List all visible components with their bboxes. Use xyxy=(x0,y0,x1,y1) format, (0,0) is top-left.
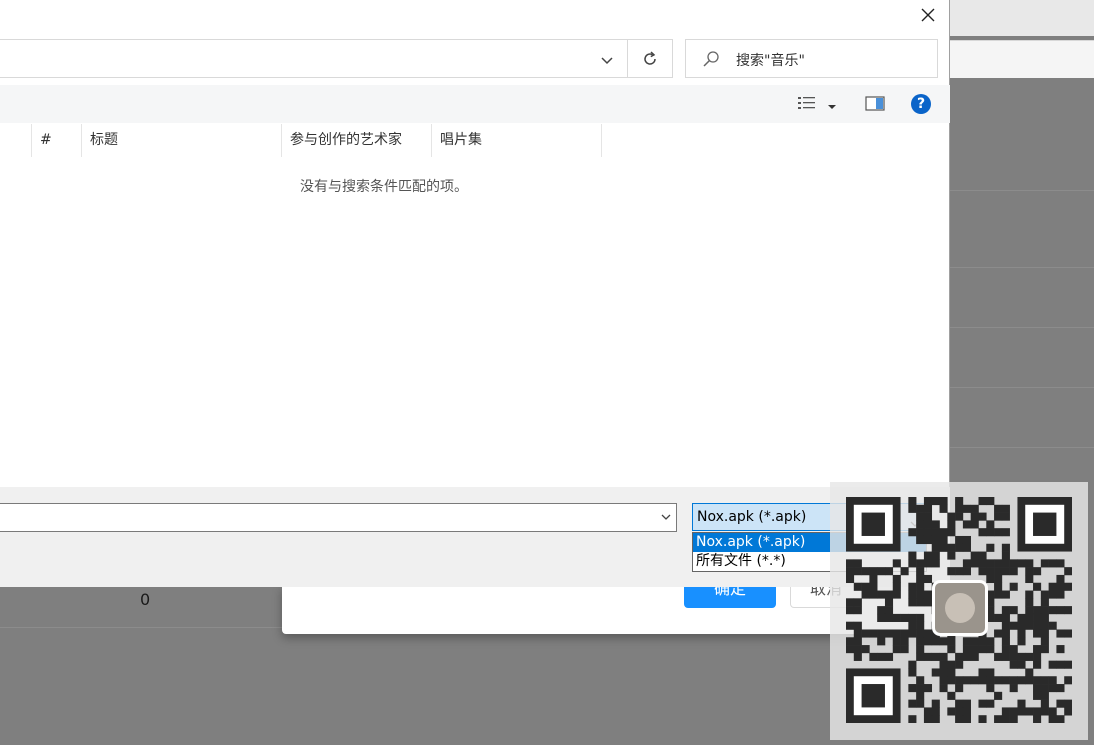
preview-pane-icon[interactable] xyxy=(865,96,885,112)
close-icon[interactable] xyxy=(917,4,939,26)
filetype-selected: Nox.apk (*.apk) xyxy=(697,509,807,525)
caret-down-icon[interactable] xyxy=(827,99,837,109)
background-row-divider xyxy=(950,327,1094,328)
refresh-icon[interactable] xyxy=(641,50,659,68)
column-header-number[interactable]: # xyxy=(31,124,82,157)
file-open-dialog: 搜索"音乐" ? # 标题 参与创作的艺术家 唱片集 没有与搜索条件匹配的项。 xyxy=(0,0,950,587)
column-header-album[interactable]: 唱片集 xyxy=(431,124,602,157)
search-icon xyxy=(702,50,720,68)
background-ok-button[interactable]: 确定 xyxy=(684,586,776,608)
qr-avatar xyxy=(932,580,988,636)
chevron-down-icon[interactable] xyxy=(599,52,615,68)
background-window-header xyxy=(950,0,1094,36)
search-input[interactable]: 搜索"音乐" xyxy=(736,50,805,70)
search-box[interactable]: 搜索"音乐" xyxy=(685,39,938,78)
background-row-divider xyxy=(950,190,1094,191)
details-view-icon[interactable] xyxy=(797,95,817,113)
chevron-down-icon[interactable] xyxy=(660,511,672,523)
help-icon[interactable]: ? xyxy=(911,94,931,114)
toolbar: ? xyxy=(0,85,950,123)
empty-state-message: 没有与搜索条件匹配的项。 xyxy=(300,179,468,195)
column-header-artist[interactable]: 参与创作的艺术家 xyxy=(281,124,432,157)
background-cell-value: 0 xyxy=(140,590,151,609)
background-toolbar xyxy=(950,40,1094,78)
background-row-divider xyxy=(950,267,1094,268)
address-divider xyxy=(627,40,628,77)
column-header-title[interactable]: 标题 xyxy=(81,124,282,157)
filename-field[interactable] xyxy=(0,503,677,532)
dialog-footer: Nox.apk (*.apk) Nox.apk (*.apk) 所有文件 (*.… xyxy=(0,487,950,587)
background-row-divider xyxy=(950,387,1094,388)
column-headers: # 标题 参与创作的艺术家 唱片集 xyxy=(0,124,950,157)
background-row-divider xyxy=(950,447,1094,448)
address-bar[interactable] xyxy=(0,39,673,78)
